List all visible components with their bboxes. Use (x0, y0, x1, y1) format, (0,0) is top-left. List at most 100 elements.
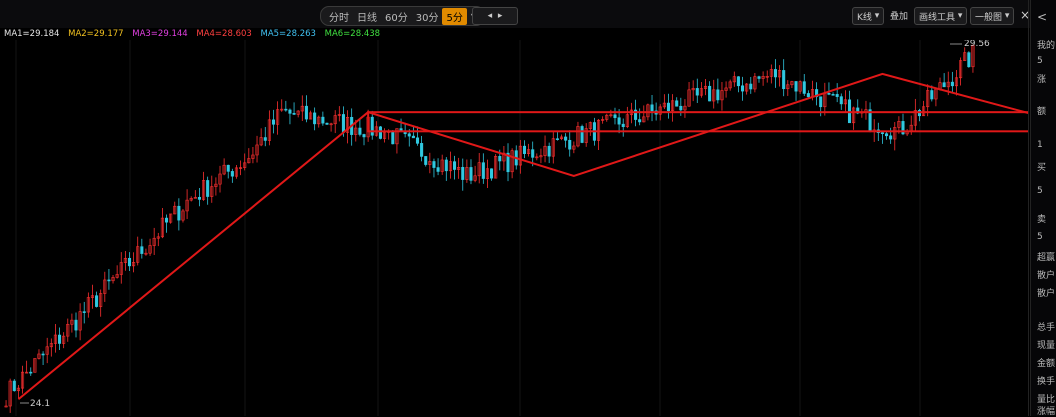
kline-button[interactable]: K线 ▾ (852, 7, 885, 25)
candle-body (358, 127, 362, 135)
quote-panel-item: 买 (1037, 163, 1047, 173)
period-tab[interactable]: 60分 (381, 8, 412, 25)
candle-body (498, 156, 502, 162)
top-toolbar: 分时 日线 60分 30分 5分 ▾ ◂ ▸ K线 ▾ 叠加 画线工具 ▾ 一般… (0, 0, 1056, 28)
candle-body (806, 93, 810, 98)
quote-panel-item: 卖 (1037, 215, 1047, 225)
annotation-box (367, 111, 1028, 133)
candle-body (827, 93, 831, 95)
back-icon[interactable]: < (1037, 10, 1047, 24)
candle-body (568, 139, 572, 150)
chart-mode-label: 一般图 (975, 12, 1003, 23)
candle-body (341, 114, 345, 133)
candle-body (547, 145, 551, 157)
price-low-label: 24.1 (30, 399, 50, 409)
quote-panel-item: 涨幅 (1037, 407, 1056, 417)
candle-body (288, 109, 292, 114)
ma-value: MA3=29.144 (132, 29, 188, 39)
candle-body (831, 94, 835, 96)
candle-body (835, 94, 839, 97)
draw-tool-label: 画线工具 (919, 12, 956, 23)
candle-body (424, 156, 428, 165)
candle-body (621, 123, 625, 128)
quote-panel-item: 1 (1037, 140, 1043, 150)
overlay-button[interactable]: 叠加 (886, 7, 912, 23)
candle-body (407, 133, 411, 137)
candle-body (41, 353, 45, 356)
chart-divider (1028, 0, 1029, 416)
candle-body (794, 81, 798, 92)
candle-body (411, 135, 415, 139)
candle-body (716, 89, 720, 101)
candle-body (230, 171, 234, 177)
candle-body (436, 167, 440, 172)
candle-body (82, 311, 86, 313)
ma-value: MA1=29.184 (4, 29, 60, 39)
candle-body (362, 134, 366, 138)
candle-body (321, 116, 325, 124)
arrow-right-icon[interactable]: ▸ (498, 11, 503, 21)
candle-body (638, 119, 642, 123)
candle-body (708, 85, 712, 102)
annotation-zigzag (17, 72, 1028, 401)
price-chart[interactable]: 29.56 24.1 (0, 40, 1028, 416)
candle-body (885, 133, 889, 137)
candle-body (292, 113, 296, 115)
candle-body (490, 168, 494, 179)
candle-body (313, 112, 317, 125)
candle-body (461, 167, 465, 180)
quote-panel-item: 总手 (1037, 323, 1056, 333)
ma-value: MA6=28.438 (324, 29, 381, 39)
candle-body (880, 132, 884, 135)
candle-body (263, 137, 267, 141)
candle-body (930, 90, 934, 100)
candle-body (967, 52, 971, 68)
nav-buttons[interactable]: ◂ ▸ (472, 7, 518, 25)
draw-tool-button[interactable]: 画线工具 ▾ (914, 7, 968, 25)
quote-panel-item: 超赢 (1037, 253, 1056, 263)
period-tab-active[interactable]: 5分 (442, 7, 467, 25)
candle-body (177, 205, 181, 221)
quote-panel-item: 额 (1037, 107, 1047, 117)
candle-body (942, 82, 946, 88)
chart-mode-button[interactable]: 一般图 ▾ (970, 7, 1015, 25)
candle-body (74, 319, 78, 331)
kline-label: K线 (857, 12, 872, 23)
candle-body (164, 217, 169, 223)
candle-body (580, 126, 584, 143)
candle-body (29, 371, 33, 374)
candle-body (12, 380, 16, 392)
ma-value: MA2=29.177 (68, 29, 124, 39)
candle-body (469, 167, 473, 181)
candle-body (650, 104, 654, 112)
candle-body (802, 81, 806, 94)
candle-body (304, 105, 308, 120)
candle-body (617, 117, 621, 125)
candle-body (481, 162, 485, 179)
price-high-label: 29.56 (964, 40, 990, 49)
quote-panel-item: 金额 (1037, 359, 1056, 369)
candle-body (819, 96, 823, 108)
quote-panel: < 我的5涨额1买5卖5超赢散户散户总手现量金额换手量比涨幅内盘 (1030, 0, 1056, 417)
candle-body (206, 180, 210, 197)
candle-body (564, 136, 568, 141)
candle-body (773, 69, 777, 78)
period-tab[interactable]: 日线 (353, 8, 381, 25)
arrow-left-icon[interactable]: ◂ (488, 11, 493, 21)
period-selector[interactable]: 分时 日线 60分 30分 5分 ▾ (320, 6, 485, 26)
quote-panel-item: 我的 (1037, 41, 1056, 51)
candle-body (613, 114, 617, 119)
quote-panel-item: 散户 (1037, 271, 1056, 281)
period-tab[interactable]: 30分 (412, 8, 443, 25)
candle-body (197, 196, 201, 200)
candle-body (391, 131, 395, 145)
candle-body (284, 108, 288, 111)
ma-value: MA4=28.603 (196, 29, 252, 39)
candle-body (889, 135, 893, 140)
candle-body (378, 126, 383, 139)
candle-body (555, 138, 559, 140)
candle-body (749, 83, 753, 90)
quote-panel-item: 5 (1037, 186, 1043, 196)
candle-body (370, 116, 374, 136)
period-tab[interactable]: 分时 (325, 8, 353, 25)
